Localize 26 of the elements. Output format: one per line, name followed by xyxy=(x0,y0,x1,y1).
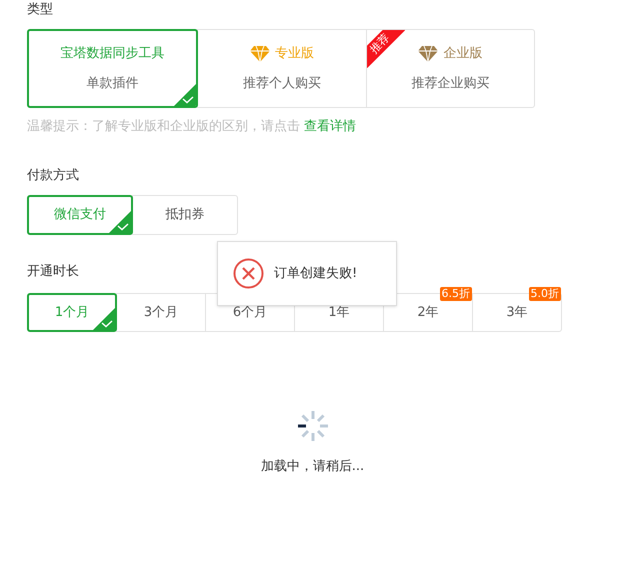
discount-badge: 6.5折 xyxy=(440,287,472,301)
loading-text: 加载中，请稍后... xyxy=(260,458,364,476)
check-corner-icon xyxy=(93,308,115,330)
check-corner-icon xyxy=(109,211,131,233)
check-corner-icon xyxy=(174,84,196,106)
discount-badge: 5.0折 xyxy=(528,287,561,301)
section-label: 开通时长 xyxy=(27,263,79,281)
option-title: 专业版 xyxy=(274,45,314,63)
diamond-icon xyxy=(250,46,270,62)
option-tab[interactable]: 3个月 xyxy=(116,293,206,332)
option-title: 企业版 xyxy=(443,45,482,63)
option-tab[interactable]: 抵扣券 xyxy=(132,195,238,235)
option-subtitle: 推荐个人购买 xyxy=(242,74,321,93)
type-option[interactable]: 专业版 推荐个人购买 xyxy=(197,29,367,108)
option-title: 宝塔数据同步工具 xyxy=(60,45,165,63)
type-option[interactable]: 企业版 推荐企业购买 推荐 xyxy=(366,29,535,108)
tip-text: 温馨提示：了解专业版和企业版的区别，请点击 xyxy=(27,118,300,136)
option-subtitle: 推荐企业购买 xyxy=(411,74,490,93)
section-label: 类型 xyxy=(27,1,53,19)
error-message: 订单创建失败! xyxy=(274,264,358,283)
error-icon xyxy=(233,258,264,289)
type-option[interactable]: 宝塔数据同步工具 单款插件 xyxy=(27,29,198,108)
section-label: 付款方式 xyxy=(27,167,79,185)
recommend-ribbon: 推荐 xyxy=(366,30,405,68)
diamond-icon xyxy=(418,46,438,62)
option-subtitle: 单款插件 xyxy=(86,74,139,93)
